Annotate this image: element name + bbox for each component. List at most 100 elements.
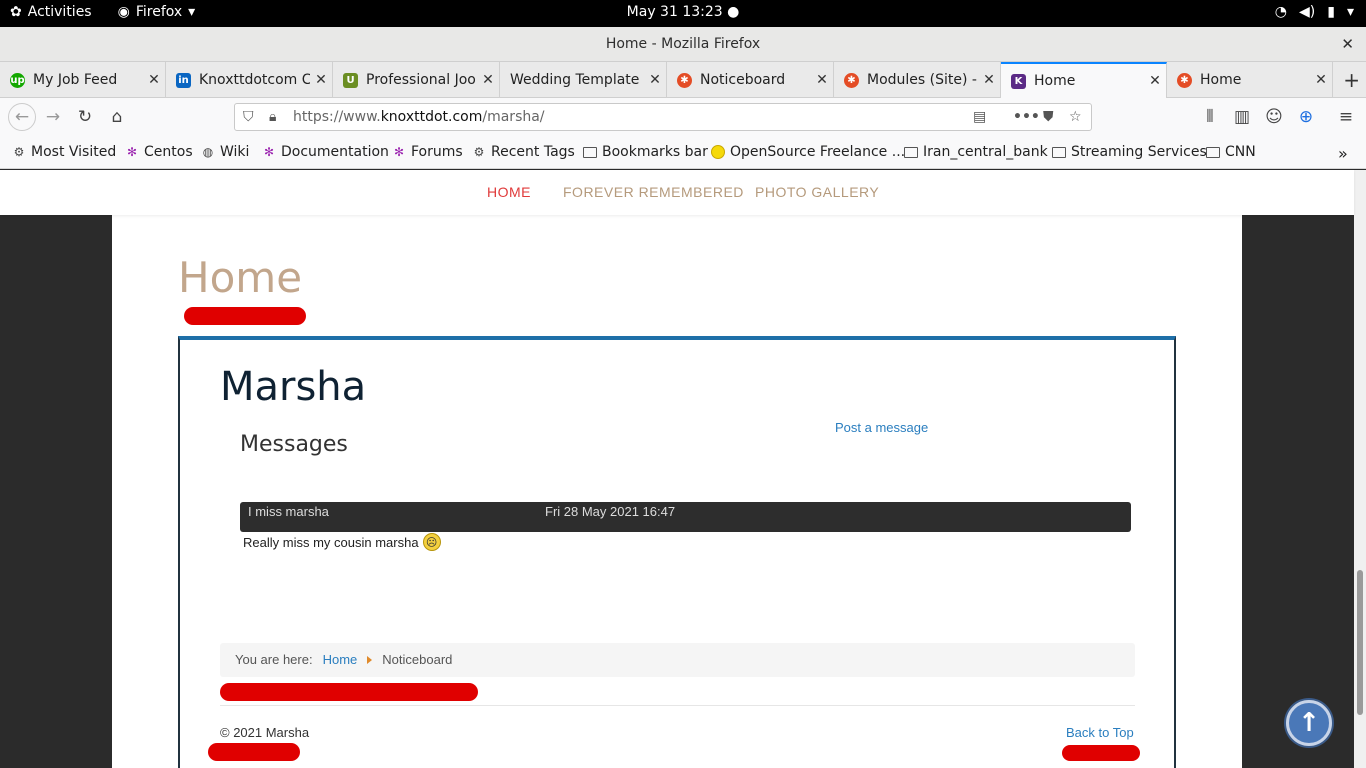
reload-icon[interactable]: ↻	[73, 105, 97, 129]
account-icon[interactable]: ☺	[1262, 105, 1286, 129]
scroll-to-top-icon[interactable]: ↑	[1286, 700, 1332, 746]
url-text[interactable]: https://www.knoxttdot.com/marsha/	[293, 109, 545, 125]
breadcrumb-prefix: You are here:	[235, 652, 313, 667]
shield-icon[interactable]: ⛉	[243, 109, 254, 125]
bookmark-documentation[interactable]: ✻ Documentation	[262, 144, 389, 160]
tab-modules-site[interactable]: ✱ Modules (Site) - ✕	[834, 62, 1001, 98]
redaction-mark	[184, 307, 306, 325]
message-header[interactable]: I miss marsha Fri 28 May 2021 16:47	[240, 502, 1131, 532]
folder-icon	[1052, 146, 1066, 158]
tab-label: Wedding Template	[510, 72, 640, 88]
bookmark-centos[interactable]: ✻ Centos	[125, 144, 193, 160]
sidebar-icon[interactable]: ▥	[1230, 105, 1254, 129]
tab-noticeboard[interactable]: ✱ Noticeboard ✕	[667, 62, 834, 98]
chevron-right-icon[interactable]: »	[1338, 144, 1348, 163]
noticeboard-card: Marsha Post a message Messages I miss ma…	[178, 336, 1176, 768]
bookmark-streaming-services[interactable]: Streaming Services	[1052, 144, 1207, 160]
close-tab-icon[interactable]: ✕	[477, 72, 499, 88]
app-menu-button[interactable]: ◉ Firefox ▾	[118, 4, 196, 20]
system-top-bar: ✿ Activities ◉ Firefox ▾ May 31 13:23 ● …	[0, 0, 1366, 27]
globe-icon: ◍	[202, 145, 214, 159]
window-titlebar: Home - Mozilla Firefox ✕	[0, 27, 1366, 62]
message-date: Fri 28 May 2021 16:47	[545, 504, 676, 519]
centos-icon: ✻	[126, 145, 138, 159]
page-heading: Home	[178, 253, 303, 302]
chevron-down-icon[interactable]: ▾	[1347, 4, 1354, 20]
joomla-icon: ✱	[844, 72, 859, 88]
tab-knoxttdotcom[interactable]: in Knoxttdotcom C ✕	[166, 62, 333, 98]
tab-home[interactable]: ✱ Home ✕	[1167, 62, 1333, 98]
menu-icon[interactable]: ≡	[1334, 105, 1358, 129]
home-icon[interactable]: ⌂	[105, 105, 129, 129]
nav-photo-gallery[interactable]: PHOTO GALLERY	[755, 184, 879, 200]
page-scrollbar[interactable]	[1354, 170, 1366, 768]
clock[interactable]: May 31 13:23	[627, 4, 723, 20]
site-navigation: HOME FOREVER REMEMBERED PHOTO GALLERY	[0, 170, 1354, 215]
bookmark-opensource-freelance[interactable]: OpenSource Freelance ...	[711, 144, 905, 160]
wifi-icon[interactable]: ◔	[1275, 4, 1287, 20]
upwork-icon: up	[10, 72, 25, 88]
pocket-icon[interactable]: ⛊	[1043, 109, 1054, 125]
notification-dot-icon: ●	[727, 4, 740, 20]
tab-label: Professional Joo	[366, 72, 476, 88]
bookmark-star-icon[interactable]: ☆	[1069, 109, 1082, 125]
centos-icon: ✻	[393, 145, 405, 159]
close-tab-icon[interactable]: ✕	[644, 72, 666, 88]
lock-icon[interactable]: 🔒︎	[269, 109, 276, 125]
tab-label: Home	[1034, 73, 1076, 89]
page-actions-icon[interactable]: •••	[1013, 109, 1040, 125]
library-icon[interactable]: ⫴	[1198, 105, 1222, 129]
centos-icon: ✻	[263, 145, 275, 159]
footer-divider	[220, 705, 1135, 706]
tab-professional[interactable]: U Professional Joo ✕	[333, 62, 500, 98]
tab-label: Home	[1200, 72, 1242, 88]
breadcrumb-home-link[interactable]: Home	[323, 652, 358, 667]
tab-bar: up My Job Feed ✕ in Knoxttdotcom C ✕ U P…	[0, 62, 1366, 98]
nav-forever-remembered[interactable]: FOREVER REMEMBERED	[563, 184, 744, 200]
folder-icon	[1206, 146, 1220, 158]
back-to-top-link[interactable]: Back to Top	[1066, 725, 1134, 740]
tab-home-active[interactable]: K Home ✕	[1001, 62, 1167, 98]
bookmark-iran-central-bank[interactable]: Iran_central_bank	[904, 144, 1048, 160]
bookmark-recent-tags[interactable]: ⚙ Recent Tags	[472, 144, 575, 160]
new-tab-icon[interactable]: +	[1343, 68, 1360, 92]
close-tab-icon[interactable]: ✕	[310, 72, 332, 88]
extension-icon[interactable]: ⊕	[1294, 105, 1318, 129]
nav-home[interactable]: HOME	[487, 184, 531, 200]
bookmark-wiki[interactable]: ◍ Wiki	[201, 144, 250, 160]
bookmark-forums[interactable]: ✻ Forums	[392, 144, 463, 160]
close-window-icon[interactable]: ✕	[1341, 35, 1354, 53]
tab-label: Knoxttdotcom C	[199, 72, 310, 88]
tab-wedding-template[interactable]: Wedding Template ✕	[500, 62, 667, 98]
message-text: Really miss my cousin marsha	[243, 534, 419, 550]
volume-icon[interactable]: ◀)	[1299, 4, 1315, 20]
sad-face-icon: ☹	[422, 533, 441, 551]
close-tab-icon[interactable]: ✕	[1144, 73, 1166, 89]
bookmark-bookmarks-bar[interactable]: Bookmarks bar	[583, 144, 708, 160]
tab-label: My Job Feed	[33, 72, 118, 88]
bookmark-cnn[interactable]: CNN	[1206, 144, 1256, 160]
close-tab-icon[interactable]: ✕	[1310, 72, 1332, 88]
scrollbar-thumb[interactable]	[1357, 570, 1363, 715]
forward-icon[interactable]: →	[41, 105, 65, 129]
breadcrumb-current: Noticeboard	[382, 652, 453, 667]
close-tab-icon[interactable]: ✕	[978, 72, 1000, 88]
redaction-mark	[220, 683, 478, 701]
close-tab-icon[interactable]: ✕	[143, 72, 165, 88]
battery-icon[interactable]: ▮	[1327, 4, 1335, 20]
tab-my-job-feed[interactable]: up My Job Feed ✕	[0, 62, 166, 98]
message-subject: I miss marsha	[248, 504, 329, 519]
page-content: Home Marsha Post a message Messages I mi…	[112, 215, 1242, 768]
firefox-icon: ◉	[117, 4, 130, 20]
back-icon[interactable]: ←	[8, 103, 36, 131]
url-bar[interactable]: ⛉ 🔒︎ https://www.knoxttdot.com/marsha/ ▤…	[234, 103, 1092, 131]
joomla-icon: ✱	[677, 72, 692, 88]
bookmark-most-visited[interactable]: ⚙ Most Visited	[12, 144, 117, 160]
close-tab-icon[interactable]: ✕	[811, 72, 833, 88]
folder-icon	[583, 146, 597, 158]
reader-view-icon[interactable]: ▤	[973, 109, 986, 125]
circle-icon	[711, 145, 725, 159]
post-message-link[interactable]: Post a message	[835, 420, 928, 435]
activities-button[interactable]: ✿ Activities	[10, 4, 92, 20]
copyright-text: © 2021 Marsha	[220, 725, 310, 740]
